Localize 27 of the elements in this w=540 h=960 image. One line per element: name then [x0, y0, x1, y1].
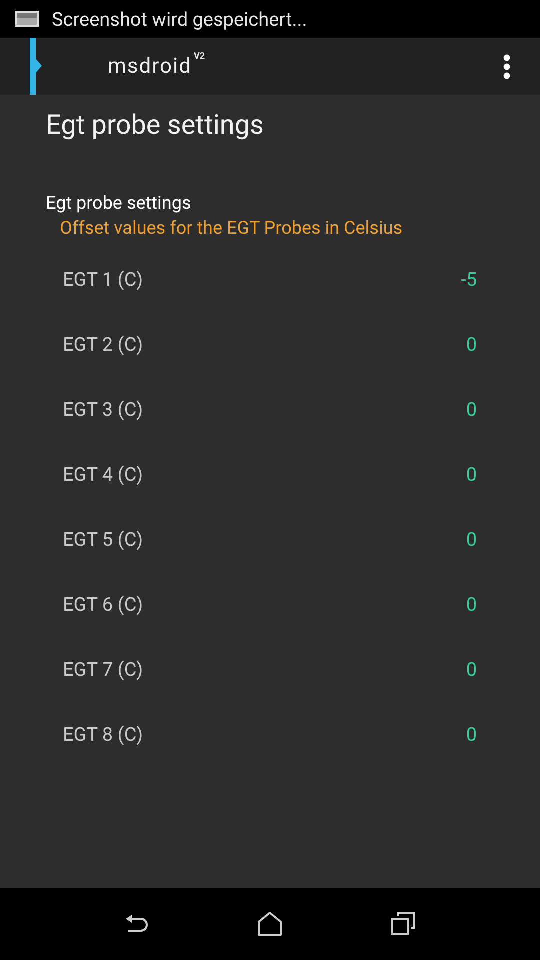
app-logo: msdroid: [108, 54, 192, 78]
setting-label[interactable]: EGT 8 (C): [63, 723, 144, 746]
page-title: Egt probe settings: [46, 109, 265, 141]
setting-value: 0: [466, 593, 477, 616]
setting-label[interactable]: EGT 6 (C): [63, 593, 144, 616]
setting-label[interactable]: EGT 5 (C): [63, 528, 144, 551]
notification-text: Screenshot wird gespeichert...: [52, 8, 308, 30]
home-icon[interactable]: [256, 911, 284, 937]
setting-value: 0: [466, 463, 477, 486]
setting-value: -5: [461, 268, 477, 291]
screenshot-icon: [14, 10, 40, 28]
setting-value: 0: [466, 333, 477, 356]
overflow-menu-icon[interactable]: [502, 54, 512, 80]
setting-label[interactable]: EGT 1 (C): [63, 268, 144, 291]
category-title: Egt probe settings: [46, 193, 192, 214]
setting-label[interactable]: EGT 7 (C): [63, 658, 144, 681]
setting-label[interactable]: EGT 3 (C): [63, 398, 144, 421]
drawer-indicator-icon[interactable]: [30, 38, 44, 95]
setting-label[interactable]: EGT 2 (C): [63, 333, 144, 356]
category-summary: Offset values for the EGT Probes in Celsius: [60, 218, 404, 239]
setting-value: 0: [466, 398, 477, 421]
setting-label[interactable]: EGT 4 (C): [63, 463, 144, 486]
setting-value: 0: [466, 658, 477, 681]
setting-value: 0: [466, 528, 477, 551]
setting-value: 0: [466, 723, 477, 746]
recent-apps-icon[interactable]: [389, 911, 418, 937]
logo-version: V2: [194, 52, 205, 62]
